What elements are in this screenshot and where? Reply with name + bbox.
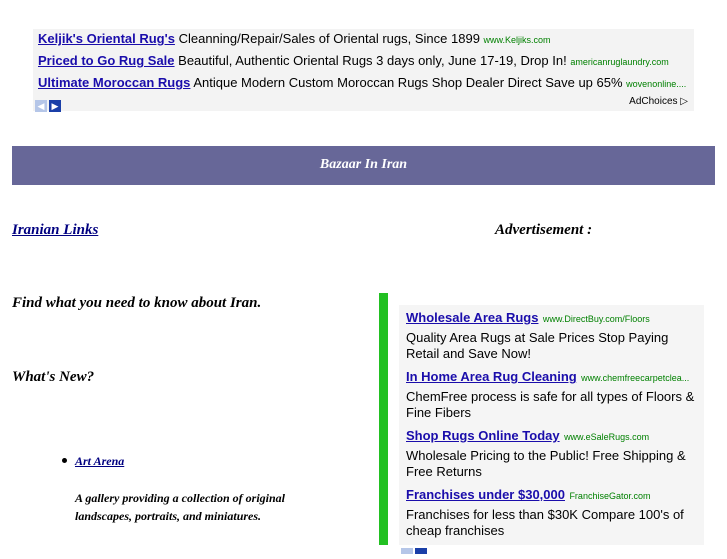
side-ad-item: Franchises under $30,000 FranchiseGator.… bbox=[406, 486, 701, 539]
top-ad-row: Keljik's Oriental Rug's Cleanning/Repair… bbox=[38, 31, 551, 51]
advertisement-label: Advertisement : bbox=[495, 222, 593, 238]
intro-heading: Find what you need to know about Iran. bbox=[12, 295, 262, 311]
page-title: Bazaar In Iran bbox=[319, 157, 408, 172]
side-ad-title-link[interactable]: Wholesale Area Rugs bbox=[406, 310, 538, 325]
side-ad-item: Shop Rugs Online Today www.eSaleRugs.com… bbox=[406, 427, 701, 480]
adchoices-link[interactable]: AdChoices ▷ bbox=[629, 96, 688, 107]
whats-new-heading: What's New? bbox=[12, 369, 95, 385]
side-ad-item: In Home Area Rug Cleaning www.chemfreeca… bbox=[406, 368, 701, 421]
top-ad-text: Beautiful, Authentic Oriental Rugs 3 day… bbox=[178, 53, 567, 68]
iranian-links-link[interactable]: Iranian Links bbox=[12, 222, 98, 239]
side-ad-url[interactable]: www.chemfreecarpetclea... bbox=[581, 373, 689, 383]
side-ad-url[interactable]: www.eSaleRugs.com bbox=[564, 432, 649, 442]
ad-accent-bar bbox=[379, 293, 388, 545]
art-arena-description: A gallery providing a collection of orig… bbox=[75, 491, 285, 523]
top-ad-text: Cleanning/Repair/Sales of Oriental rugs,… bbox=[178, 31, 480, 46]
top-ad-url[interactable]: www.Keljiks.com bbox=[484, 35, 551, 45]
top-ad-url[interactable]: wovenonline.... bbox=[626, 79, 686, 89]
site-banner: Bazaar In Iran bbox=[12, 146, 715, 185]
chevron-right-icon[interactable]: ▶ bbox=[49, 100, 61, 112]
side-ad-desc: Wholesale Pricing to the Public! Free Sh… bbox=[406, 448, 686, 479]
art-arena-link[interactable]: Art Arena bbox=[75, 454, 124, 469]
chevron-right-icon[interactable] bbox=[415, 548, 427, 554]
top-ad-title-link[interactable]: Ultimate Moroccan Rugs bbox=[38, 75, 190, 90]
side-ad-url[interactable]: FranchiseGator.com bbox=[569, 491, 650, 501]
side-ad-desc: Franchises for less than $30K Compare 10… bbox=[406, 507, 684, 538]
side-ad-block: Wholesale Area Rugs www.DirectBuy.com/Fl… bbox=[399, 305, 704, 554]
side-ad-desc: Quality Area Rugs at Sale Prices Stop Pa… bbox=[406, 330, 669, 361]
chevron-left-icon[interactable]: ◀ bbox=[35, 100, 47, 112]
side-ad-title-link[interactable]: Shop Rugs Online Today bbox=[406, 428, 560, 443]
top-ad-row: Priced to Go Rug Sale Beautiful, Authent… bbox=[38, 53, 669, 73]
chevron-left-icon[interactable] bbox=[401, 548, 413, 554]
top-ad-text: Antique Modern Custom Moroccan Rugs Shop… bbox=[193, 75, 623, 90]
top-ad-block: Keljik's Oriental Rug's Cleanning/Repair… bbox=[33, 29, 694, 114]
side-ad-pagination bbox=[401, 541, 429, 559]
side-ad-url[interactable]: www.DirectBuy.com/Floors bbox=[543, 314, 650, 324]
top-ad-title-link[interactable]: Keljik's Oriental Rug's bbox=[38, 31, 175, 46]
ad-pagination: ◀ ▶ bbox=[35, 96, 63, 114]
bullet-icon bbox=[62, 458, 67, 463]
top-ad-url[interactable]: americanruglaundry.com bbox=[570, 57, 668, 67]
side-ad-title-link[interactable]: Franchises under $30,000 bbox=[406, 487, 565, 502]
side-ad-desc: ChemFree process is safe for all types o… bbox=[406, 389, 695, 420]
side-ad-title-link[interactable]: In Home Area Rug Cleaning bbox=[406, 369, 577, 384]
side-ad-item: Wholesale Area Rugs www.DirectBuy.com/Fl… bbox=[406, 309, 701, 362]
top-ad-row: Ultimate Moroccan Rugs Antique Modern Cu… bbox=[38, 75, 686, 95]
top-ad-title-link[interactable]: Priced to Go Rug Sale bbox=[38, 53, 175, 68]
